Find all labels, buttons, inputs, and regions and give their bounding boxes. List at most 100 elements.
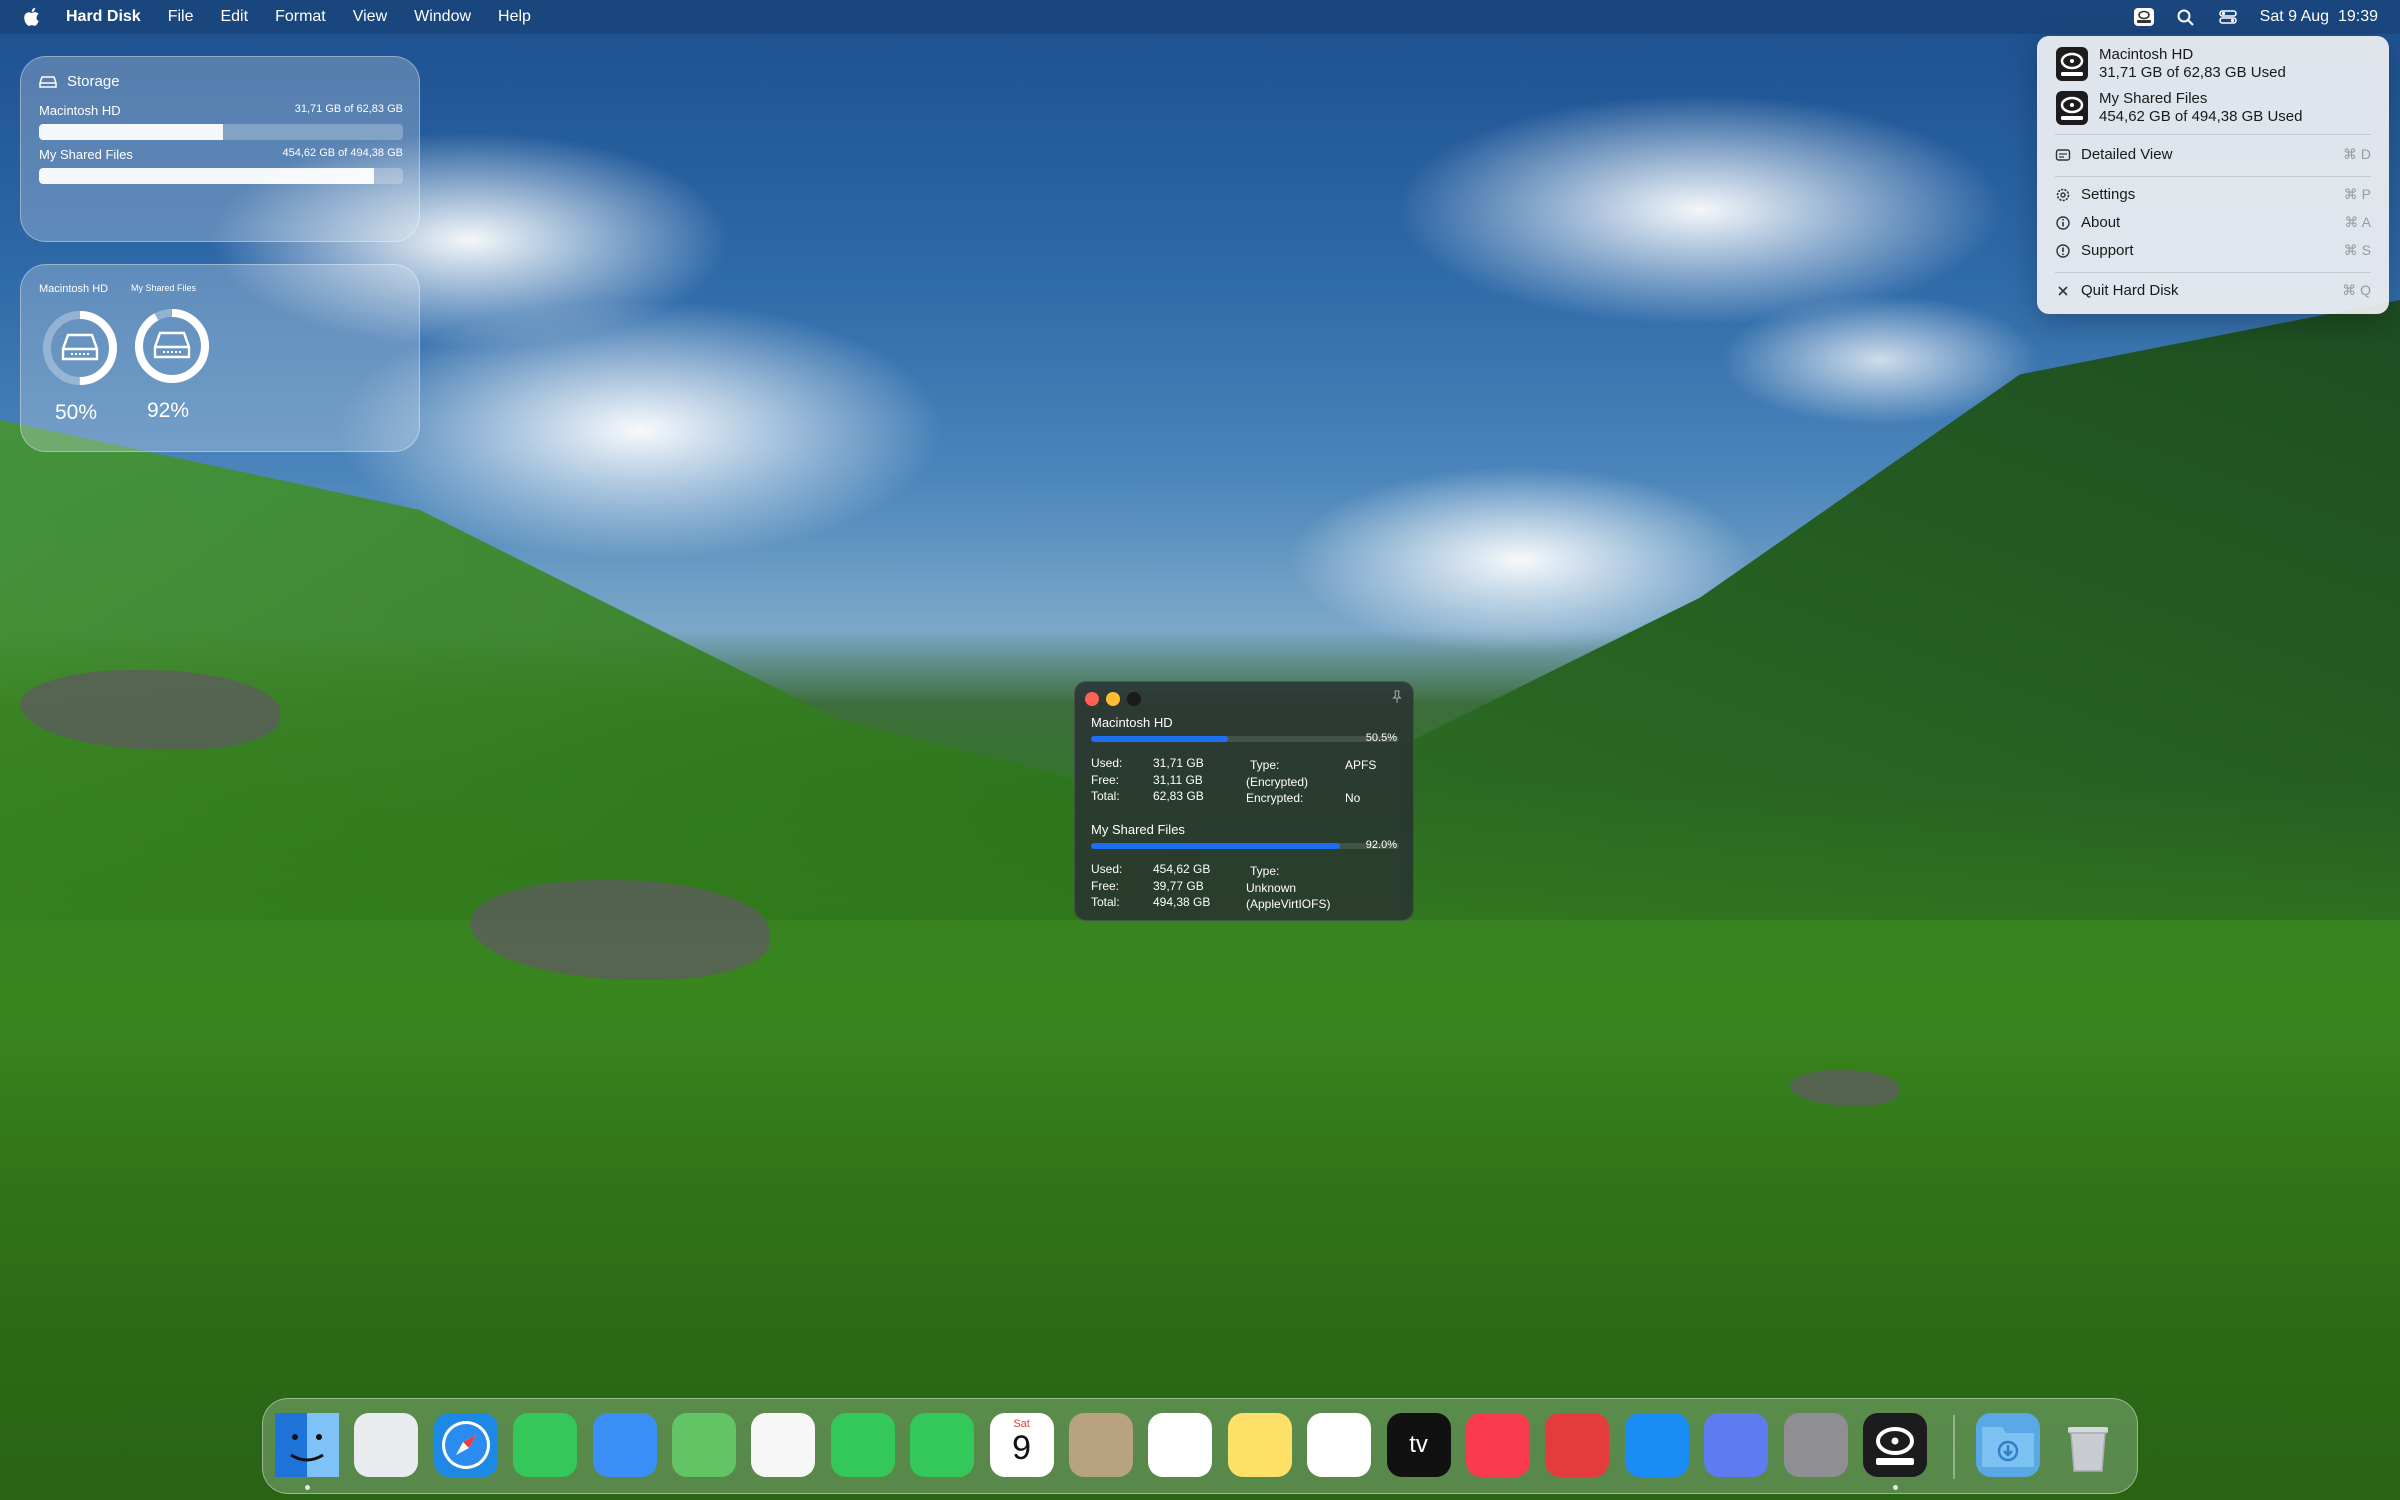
used-value: 31,71 GB xyxy=(1153,756,1204,770)
menu-separator xyxy=(2055,272,2371,273)
usage-bar xyxy=(39,168,403,184)
dock-notes-icon[interactable] xyxy=(1227,1413,1292,1477)
type-extra: (AppleVirtIOFS) xyxy=(1246,897,1331,911)
menu-item-settings[interactable]: Settings ⌘ P xyxy=(2055,186,2371,203)
gear-icon xyxy=(2056,188,2070,201)
usage-bar-fill xyxy=(39,124,223,140)
dock-finder-icon[interactable] xyxy=(275,1413,339,1477)
menu-edit[interactable]: Edit xyxy=(220,8,248,26)
dock-hard-disk-icon[interactable] xyxy=(1863,1413,1927,1477)
storage-widget-header: Storage xyxy=(39,73,120,90)
menu-disk-usage: 454,62 GB of 494,38 GB Used xyxy=(2099,108,2303,125)
menu-item-shortcut: ⌘ S xyxy=(2343,242,2371,258)
usage-ring xyxy=(133,307,211,385)
detail-disk-name: My Shared Files xyxy=(1091,822,1185,837)
detailed-view-icon xyxy=(2055,148,2071,161)
zoom-window-button[interactable] xyxy=(1127,692,1141,706)
dock-calendar-icon[interactable]: Sat 9 xyxy=(989,1413,1054,1477)
dock-freeform-icon[interactable] xyxy=(1307,1413,1372,1477)
menu-item-quit[interactable]: Quit Hard Disk ⌘ Q xyxy=(2055,282,2371,299)
storage-widget-title: Storage xyxy=(67,73,120,90)
hard-disk-menu: Macintosh HD 31,71 GB of 62,83 GB Used M… xyxy=(2037,36,2389,314)
dock-photos-icon[interactable] xyxy=(751,1413,816,1477)
menu-item-shortcut: ⌘ A xyxy=(2344,214,2371,230)
dock-app-store-icon[interactable] xyxy=(1624,1413,1689,1477)
dock-rocket-typist-icon[interactable] xyxy=(1545,1413,1610,1477)
apple-logo-icon[interactable] xyxy=(22,7,40,27)
dock-system-settings-icon[interactable] xyxy=(1783,1413,1848,1477)
menu-item-detailed-view[interactable]: Detailed View ⌘ D xyxy=(2055,146,2371,163)
control-center-icon[interactable] xyxy=(2218,8,2238,26)
detail-type-values: APFS No xyxy=(1345,757,1376,807)
menu-item-support[interactable]: Support ⌘ S xyxy=(2055,242,2371,259)
dock-reminders-icon[interactable] xyxy=(1148,1413,1213,1477)
hard-disk-icon xyxy=(2056,47,2088,81)
menu-disk-name: Macintosh HD xyxy=(2099,46,2194,63)
dock-maps-icon[interactable] xyxy=(672,1413,736,1477)
menu-disk-my-shared-files[interactable]: My Shared Files 454,62 GB of 494,38 GB U… xyxy=(2055,90,2302,126)
dock-trash-icon[interactable] xyxy=(2056,1413,2120,1477)
trash-glyph xyxy=(2067,1427,2108,1472)
pin-icon[interactable] xyxy=(1391,690,1403,704)
dock-contacts-icon[interactable] xyxy=(1069,1413,1133,1477)
hard-disk-icon xyxy=(2056,91,2088,125)
downloads-folder-glyph xyxy=(1982,1427,2035,1467)
storage-widget[interactable]: Storage Macintosh HD 31,71 GB of 62,83 G… xyxy=(20,56,420,242)
tv-label: tv xyxy=(1409,1431,1428,1458)
menu-view[interactable]: View xyxy=(353,8,387,26)
usage-bar xyxy=(39,124,403,140)
detail-values: 31,71 GB 31,11 GB 62,83 GB xyxy=(1153,755,1204,805)
menu-file[interactable]: File xyxy=(168,8,194,26)
dock-safari-icon[interactable] xyxy=(433,1413,498,1477)
total-value: 62,83 GB xyxy=(1153,789,1204,803)
menu-format[interactable]: Format xyxy=(275,8,326,26)
support-icon xyxy=(2056,243,2070,258)
usage-bar-fill xyxy=(39,168,374,184)
detail-usage-bar xyxy=(1091,736,1399,742)
dock-music-icon[interactable] xyxy=(1466,1413,1530,1477)
dock-mail-icon[interactable] xyxy=(592,1413,657,1477)
menu-item-label: Detailed View xyxy=(2081,146,2173,163)
menu-separator xyxy=(2055,176,2371,177)
search-icon[interactable] xyxy=(2176,8,2196,26)
encrypted-value: No xyxy=(1345,791,1361,805)
dock-launchpad-icon[interactable] xyxy=(354,1413,419,1477)
storage-row-my-shared-files: My Shared Files 454,62 GB of 494,38 GB xyxy=(39,147,403,184)
type-value: APFS xyxy=(1345,758,1377,772)
menu-item-about[interactable]: About ⌘ A xyxy=(2055,214,2371,231)
minimize-window-button[interactable] xyxy=(1106,692,1120,706)
storage-ring-widget[interactable]: Macintosh HD 50% My Shared Files 92% xyxy=(20,264,420,452)
menu-item-shortcut: ⌘ P xyxy=(2343,186,2371,202)
free-label: Free: xyxy=(1091,878,1120,893)
detail-labels: Used: Free: Total: xyxy=(1091,861,1122,911)
menu-window[interactable]: Window xyxy=(414,8,471,26)
detail-disk-name: Macintosh HD xyxy=(1091,715,1173,730)
detail-window[interactable]: Macintosh HD 50.5% Used: Free: Total: 31… xyxy=(1074,681,1414,921)
dock-facetime-icon[interactable] xyxy=(830,1413,895,1477)
hard-disk-icon[interactable] xyxy=(2133,8,2154,26)
menu-item-label: Settings xyxy=(2081,186,2136,203)
compass-glyph xyxy=(441,1421,490,1469)
type-label: Type: xyxy=(1250,864,1280,878)
dock-separator xyxy=(1953,1415,1955,1479)
menu-app-name[interactable]: Hard Disk xyxy=(66,8,141,26)
detail-usage-bar-fill xyxy=(1091,736,1228,742)
type-label: Type: xyxy=(1250,758,1280,772)
dock-tv-icon[interactable]: tv xyxy=(1386,1413,1451,1477)
dock-phone-icon[interactable] xyxy=(910,1413,975,1477)
type-extra: (Encrypted) xyxy=(1246,774,1309,789)
encrypted-label: Encrypted: xyxy=(1246,791,1304,805)
menu-help[interactable]: Help xyxy=(498,8,531,26)
dock-downloads-icon[interactable] xyxy=(1976,1413,2041,1477)
dock-messages-icon[interactable] xyxy=(513,1413,578,1477)
ring-macintosh-hd: Macintosh HD 50% xyxy=(39,283,135,425)
menu-bar-clock[interactable]: Sat 9 Aug 19:39 xyxy=(2260,8,2378,26)
hard-disk-glyph xyxy=(1876,1427,1914,1465)
dock-running-indicator xyxy=(304,1485,310,1490)
close-window-button[interactable] xyxy=(1085,692,1099,706)
dock-iphone-mirroring-icon[interactable] xyxy=(1704,1413,1769,1477)
menu-disk-name: My Shared Files xyxy=(2099,90,2208,107)
close-icon xyxy=(2058,285,2068,296)
usage-percent: 50% xyxy=(55,401,98,424)
menu-disk-macintosh-hd[interactable]: Macintosh HD 31,71 GB of 62,83 GB Used xyxy=(2055,46,2286,82)
